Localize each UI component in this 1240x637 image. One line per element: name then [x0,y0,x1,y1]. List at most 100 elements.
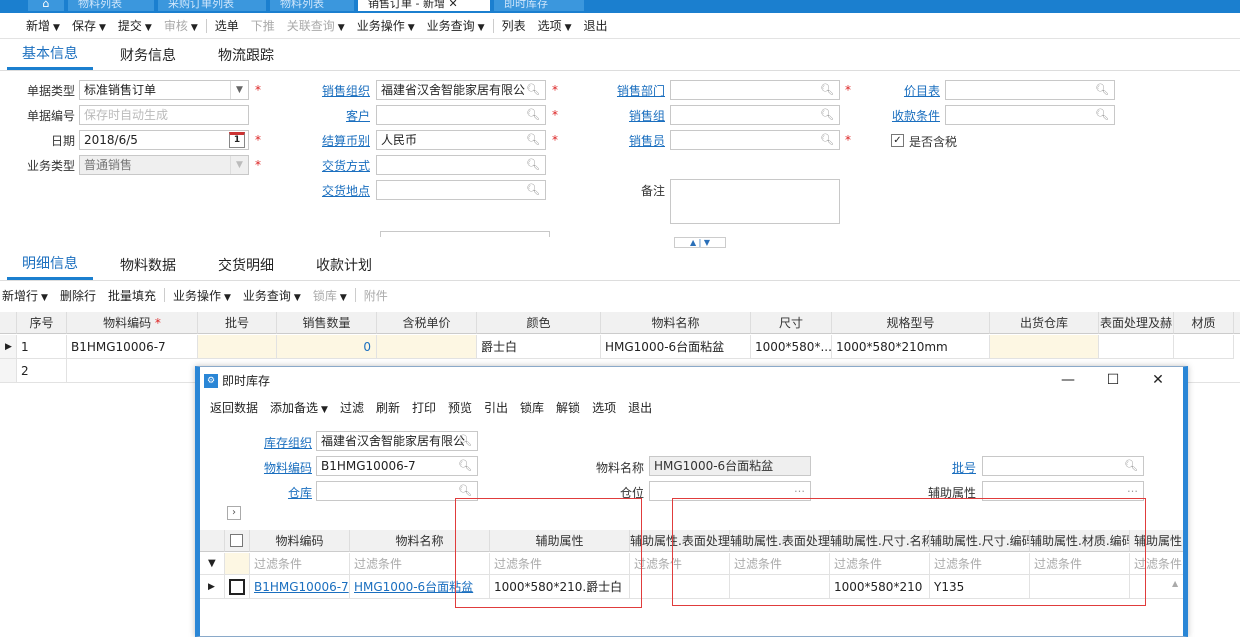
chevron-down-icon[interactable]: ▼ [224,293,231,303]
price-list-input[interactable]: 🔍︎ [945,80,1115,100]
collapse-toggle[interactable]: ▲ | ▼ [674,237,726,248]
table-cell-batch[interactable] [198,335,277,359]
customer-input[interactable]: 🔍︎ [376,105,546,125]
home-tab[interactable]: ⌂ [28,0,64,11]
tax-included-checkbox[interactable]: ✓ [891,134,904,147]
table-cell-color[interactable]: 爵士白 [477,335,601,359]
row-indicator[interactable]: ▶ [200,575,225,599]
maximize-icon[interactable]: ☐ [1098,369,1128,391]
search-icon[interactable]: 🔍︎ [526,156,540,174]
ellipsis-icon[interactable]: … [794,482,805,498]
customer-link[interactable]: 客户 [310,107,370,124]
warehouse-input[interactable]: 🔍︎ [316,481,478,501]
tab-logistics[interactable]: 物流跟踪 [218,45,274,70]
batch-link[interactable]: 批号 [900,459,976,476]
sales-dept-link[interactable]: 销售部门 [600,82,665,99]
add-row-button[interactable]: 新增行 ▼ [0,287,54,304]
doc-type-select[interactable]: 标准销售订单 ▼ [79,80,249,100]
export-button[interactable]: 引出 [478,399,514,416]
chevron-down-icon[interactable]: ▼ [338,23,345,33]
col-tax-price[interactable]: 含税单价 [377,312,477,334]
table-cell-qty[interactable]: 0 [277,335,377,359]
chevron-down-icon[interactable]: ▼ [191,23,198,33]
col-size[interactable]: 尺寸 [751,312,832,334]
stock-org-input[interactable]: 福建省汉舍智能家居有限公 🔍︎ [316,431,478,451]
search-icon[interactable]: 🔍︎ [1095,106,1109,124]
preview-button[interactable]: 预览 [442,399,478,416]
remark-textarea[interactable] [670,179,840,224]
salesperson-link[interactable]: 销售员 [600,132,665,149]
search-icon[interactable]: 🔍︎ [526,131,540,149]
batch-fill-button[interactable]: 批量填充 [102,287,162,304]
sales-org-link[interactable]: 销售组织 [310,82,370,99]
exit-button[interactable]: 退出 [578,17,614,34]
tab-purchase-order-list[interactable]: 采购订单列表 [158,0,266,11]
close-icon[interactable]: ✕ [448,0,457,10]
col-batch[interactable]: 批号 [198,312,277,334]
row-indicator[interactable] [0,359,17,383]
batch-input[interactable]: 🔍︎ [982,456,1144,476]
col-material[interactable]: 材质 [1174,312,1234,334]
detail-business-operation-button[interactable]: 业务操作 ▼ [167,287,237,304]
doc-no-input[interactable]: 保存时自动生成 [79,105,249,125]
select-all-checkbox[interactable] [230,534,243,547]
payment-terms-input[interactable]: 🔍︎ [945,105,1115,125]
add-alternative-button[interactable]: 添加备选 ▼ [264,399,334,416]
tab-material-list[interactable]: 物料列表 [68,0,154,11]
col-seq[interactable]: 序号 [17,312,67,334]
options-button[interactable]: 选项 ▼ [532,17,578,34]
price-list-link[interactable]: 价目表 [880,82,940,99]
col-warehouse[interactable]: 出货仓库 [990,312,1099,334]
dialog-options-button[interactable]: 选项 [586,399,622,416]
refresh-button[interactable]: 刷新 [370,399,406,416]
delete-row-button[interactable]: 删除行 [54,287,102,304]
table-cell-price[interactable] [377,335,477,359]
minimize-icon[interactable]: — [1053,369,1083,391]
scroll-up-icon[interactable]: ▲ [1172,579,1178,588]
chevron-down-icon[interactable]: ▼ [145,23,152,33]
search-icon[interactable]: 🔍︎ [458,457,472,475]
chevron-down-icon[interactable]: ▼ [99,23,106,33]
col-stock-material-code[interactable]: 物料编码 [250,530,350,552]
currency-input[interactable]: 人民币 🔍︎ [376,130,546,150]
table-cell-name[interactable]: HMG1000-6台面粘盆 [601,335,751,359]
table-cell-code[interactable]: B1HMG10006-7 [67,335,198,359]
biz-type-select[interactable]: 普通销售 ▼ [79,155,249,175]
tab-realtime-stock[interactable]: 即时库存 [494,0,584,11]
table-cell-warehouse[interactable] [990,335,1099,359]
material-code-input[interactable]: B1HMG10006-7 🔍︎ [316,456,478,476]
related-query-button[interactable]: 关联查询 ▼ [281,17,351,34]
stock-cell-code[interactable]: B1HMG10006-7 [250,575,350,599]
push-down-button[interactable]: 下推 [245,17,281,34]
search-icon[interactable]: 🔍︎ [1124,457,1138,475]
filter-button[interactable]: 过滤 [334,399,370,416]
currency-link[interactable]: 结算币别 [310,132,370,149]
chevron-down-icon[interactable]: ▼ [478,23,485,33]
business-operation-button[interactable]: 业务操作 ▼ [351,17,421,34]
search-icon[interactable]: 🔍︎ [820,81,834,99]
salesperson-input[interactable]: 🔍︎ [670,130,840,150]
chevron-down-icon[interactable]: ▼ [321,405,328,415]
dialog-exit-button[interactable]: 退出 [622,399,658,416]
filter-icon[interactable]: ▼ [200,553,225,575]
search-icon[interactable]: 🔍︎ [526,106,540,124]
row-checkbox[interactable] [229,579,245,595]
stock-org-link[interactable]: 库存组织 [242,434,312,451]
row-select-cell[interactable] [225,575,250,599]
save-button[interactable]: 保存 ▼ [66,17,112,34]
search-icon[interactable]: 🔍︎ [820,131,834,149]
sales-org-input[interactable]: 福建省汉舍智能家居有限公 🔍︎ [376,80,546,100]
table-cell-size[interactable]: 1000*580*... [751,335,832,359]
row-indicator[interactable]: ▶ [0,335,17,359]
select-all-header[interactable] [225,530,250,552]
calendar-icon[interactable]: 1 [229,132,245,148]
chevron-down-icon[interactable]: ▼ [41,293,48,303]
delivery-method-link[interactable]: 交货方式 [310,157,370,174]
table-cell-material[interactable] [1174,335,1234,359]
chevron-down-icon[interactable]: ▼ [53,23,60,33]
material-code-link[interactable]: 物料编码 [242,459,312,476]
search-icon[interactable]: 🔍︎ [820,106,834,124]
return-data-button[interactable]: 返回数据 [204,399,264,416]
tab-sales-order-new[interactable]: 销售订单 - 新增 ✕ [358,0,490,11]
warehouse-link[interactable]: 仓库 [242,484,312,501]
